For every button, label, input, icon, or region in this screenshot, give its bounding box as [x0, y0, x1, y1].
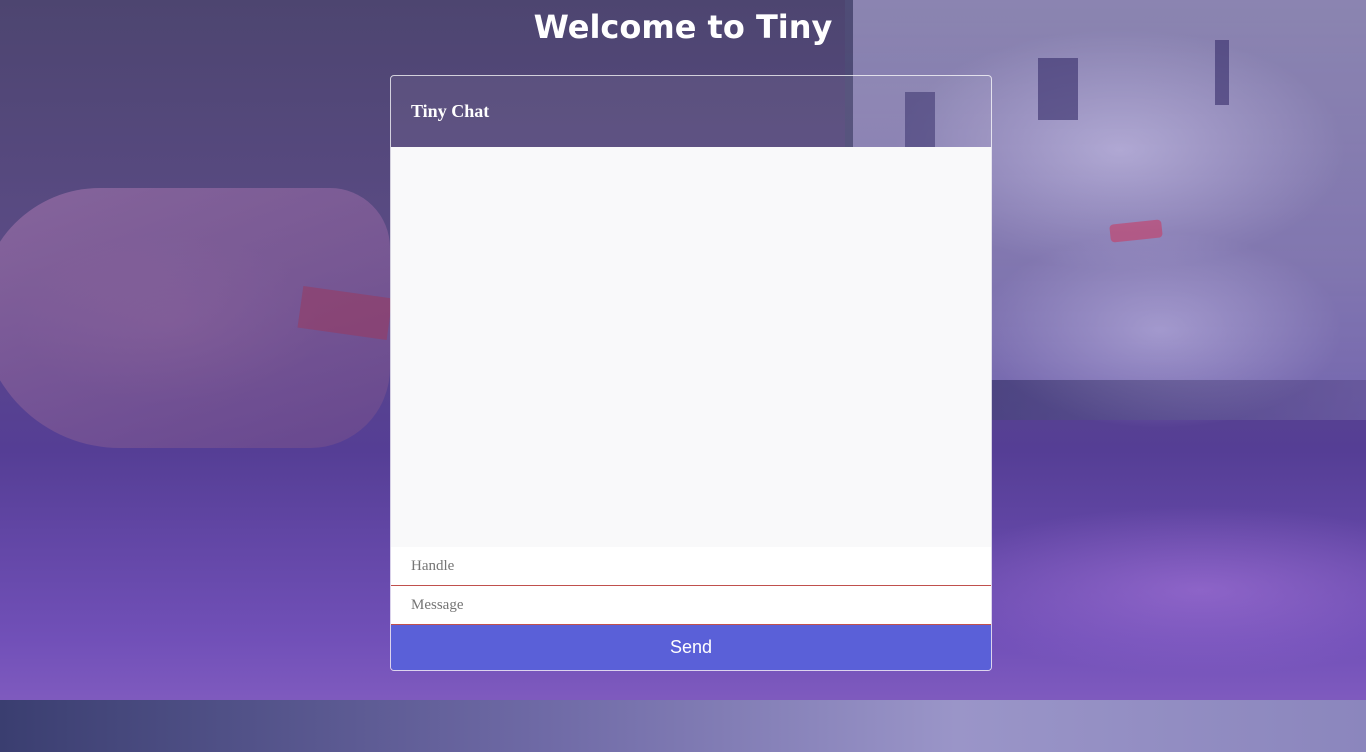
chat-header-title: Tiny Chat: [411, 101, 490, 121]
background-product: [1038, 58, 1078, 120]
chat-window[interactable]: [391, 147, 991, 547]
page-title: Welcome to Tiny: [533, 8, 833, 46]
send-button[interactable]: Send: [391, 625, 991, 670]
background-bottom-strip: [0, 700, 1366, 752]
background-product: [1215, 40, 1229, 105]
chat-header: Tiny Chat: [391, 76, 991, 147]
handle-input[interactable]: [391, 547, 991, 586]
message-input[interactable]: [391, 586, 991, 625]
background-laptop-edge: [990, 380, 1366, 420]
chat-box: Tiny Chat Send: [390, 75, 992, 671]
